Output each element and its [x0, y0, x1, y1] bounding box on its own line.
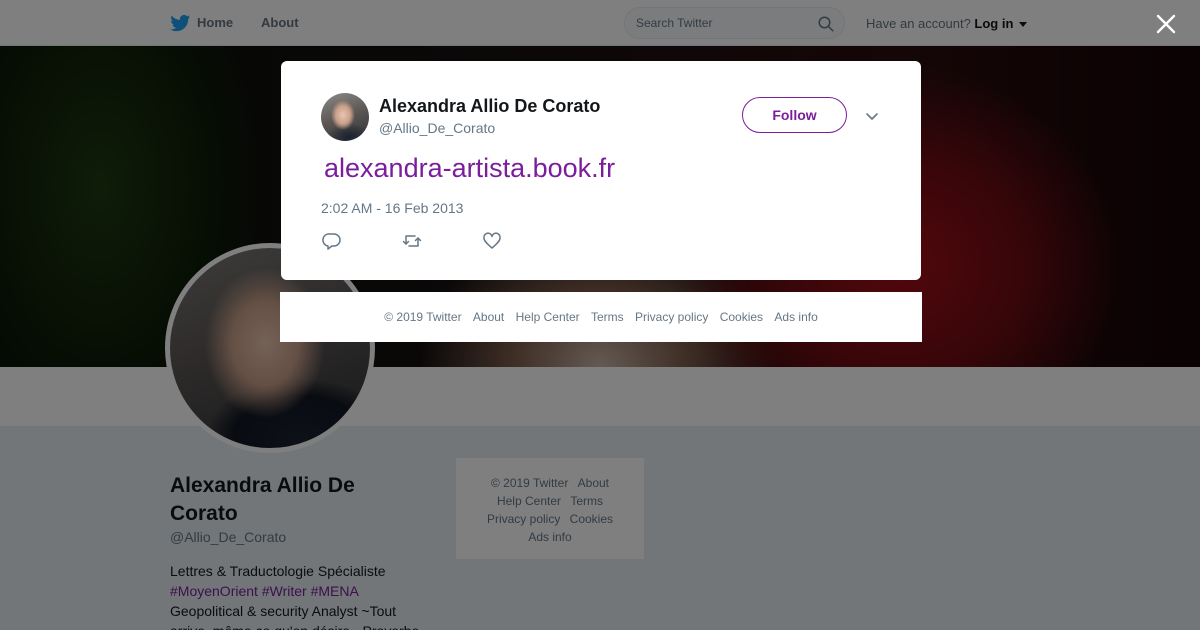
follow-button[interactable]: Follow [742, 97, 847, 133]
tweet-timestamp[interactable]: 2:02 AM - 16 Feb 2013 [321, 200, 463, 216]
close-icon[interactable] [1156, 14, 1176, 34]
heart-icon[interactable] [482, 231, 502, 251]
footer-ads-link[interactable]: Ads info [774, 310, 817, 324]
footer-copyright: © 2019 Twitter [384, 310, 462, 324]
modal-footer: © 2019 Twitter About Help Center Terms P… [280, 292, 922, 342]
tweet-link-text[interactable]: alexandra-artista.book.fr [324, 153, 615, 184]
footer-help-link[interactable]: Help Center [516, 310, 580, 324]
tweet-modal: Alexandra Allio De Corato @Allio_De_Cora… [281, 61, 921, 280]
retweet-icon[interactable] [402, 231, 422, 251]
footer-cookies-link[interactable]: Cookies [720, 310, 763, 324]
footer-about-link[interactable]: About [473, 310, 504, 324]
tweet-author-name[interactable]: Alexandra Allio De Corato [379, 96, 600, 117]
tweet-author-avatar[interactable] [321, 93, 369, 141]
tweet-author-handle[interactable]: @Allio_De_Corato [379, 120, 495, 136]
reply-icon[interactable] [322, 231, 342, 251]
footer-terms-link[interactable]: Terms [591, 310, 624, 324]
footer-privacy-link[interactable]: Privacy policy [635, 310, 708, 324]
chevron-down-icon[interactable] [864, 108, 880, 124]
